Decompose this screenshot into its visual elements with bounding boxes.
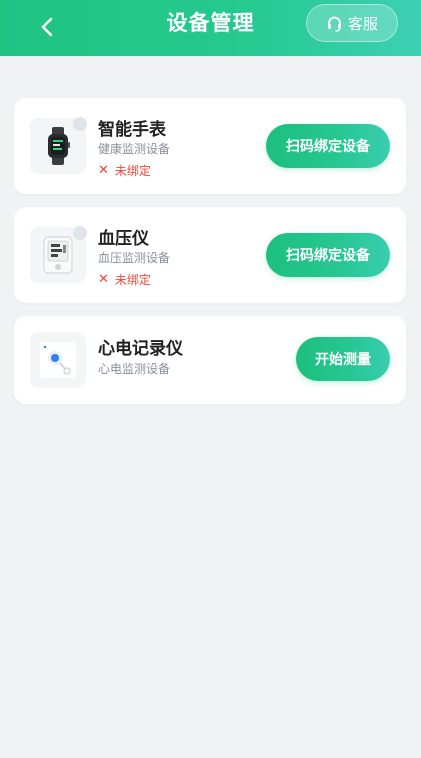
status-dot (73, 226, 87, 240)
x-icon: ✕ (98, 272, 109, 287)
bind-status: ✕ 未绑定 (98, 271, 151, 288)
device-card-watch: 智能手表 健康监测设备 ✕ 未绑定 扫码绑定设备 (14, 98, 406, 194)
device-thumb (30, 332, 86, 388)
device-type: 血压监测设备 (98, 251, 171, 265)
bind-status-label: 未绑定 (114, 273, 151, 287)
headset-icon (327, 16, 341, 32)
x-icon: ✕ (98, 163, 109, 178)
device-type: 健康监测设备 (98, 142, 171, 156)
device-name: 智能手表 (98, 120, 166, 140)
ecg-recorder-icon (40, 342, 76, 378)
device-card-bp-monitor: 血压仪 血压监测设备 ✕ 未绑定 扫码绑定设备 (14, 207, 406, 303)
device-name: 心电记录仪 (98, 339, 183, 359)
customer-service-button[interactable]: 客服 (306, 4, 398, 42)
blood-pressure-monitor-icon (43, 236, 73, 274)
start-measure-button[interactable]: 开始测量 (296, 337, 390, 381)
scan-bind-button[interactable]: 扫码绑定设备 (266, 124, 390, 168)
scan-bind-button[interactable]: 扫码绑定设备 (266, 233, 390, 277)
device-thumb (30, 117, 87, 174)
bind-status: ✕ 未绑定 (98, 162, 151, 179)
device-name: 血压仪 (98, 229, 149, 249)
device-type: 心电监测设备 (98, 362, 171, 376)
bind-status-label: 未绑定 (114, 164, 151, 178)
header-bar: 设备管理 客服 (0, 0, 421, 56)
smartwatch-icon (48, 127, 70, 165)
status-dot (73, 117, 87, 131)
device-card-ecg: 心电记录仪 心电监测设备 开始测量 (14, 316, 406, 404)
customer-service-label: 客服 (347, 14, 378, 33)
device-thumb (30, 226, 87, 283)
